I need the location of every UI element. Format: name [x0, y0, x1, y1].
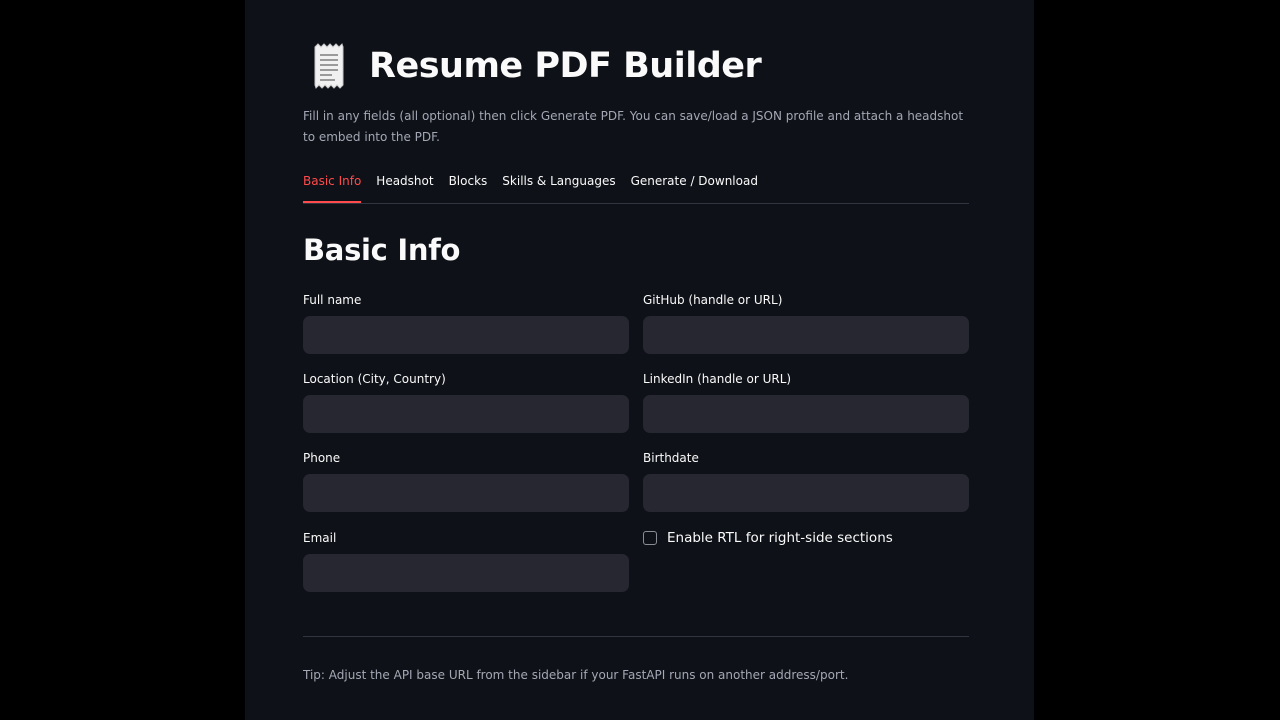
github-input[interactable] — [643, 316, 969, 354]
phone-field-group: Phone — [303, 448, 629, 512]
divider — [303, 636, 969, 637]
email-input[interactable] — [303, 554, 629, 592]
email-field-group: Email — [303, 528, 629, 592]
tip-text: Tip: Adjust the API base URL from the si… — [303, 668, 849, 682]
birthdate-input[interactable] — [643, 474, 969, 512]
title-row: Resume PDF Builder — [303, 40, 762, 92]
tab-basic-info[interactable]: Basic Info — [303, 170, 362, 203]
github-field-group: GitHub (handle or URL) — [643, 290, 969, 354]
birthdate-label: Birthdate — [643, 451, 699, 465]
location-input[interactable] — [303, 395, 629, 433]
github-label: GitHub (handle or URL) — [643, 293, 783, 307]
full-name-input[interactable] — [303, 316, 629, 354]
location-label: Location (City, Country) — [303, 372, 446, 386]
phone-label: Phone — [303, 451, 341, 465]
section-title: Basic Info — [303, 233, 461, 267]
tab-headshot[interactable]: Headshot — [376, 170, 433, 202]
rtl-checkbox-label[interactable]: Enable RTL for right-side sections — [667, 530, 893, 546]
tab-generate-download[interactable]: Generate / Download — [631, 170, 758, 202]
email-label: Email — [303, 531, 337, 545]
intro-text: Fill in any fields (all optional) then c… — [303, 109, 964, 144]
tab-skills-languages[interactable]: Skills & Languages — [502, 170, 615, 202]
page-title: Resume PDF Builder — [369, 46, 762, 86]
app-main: Resume PDF Builder Fill in any fields (a… — [245, 0, 1034, 720]
birthdate-field-group: Birthdate — [643, 448, 969, 512]
linkedin-field-group: LinkedIn (handle or URL) — [643, 369, 969, 433]
receipt-icon — [314, 43, 344, 89]
linkedin-label: LinkedIn (handle or URL) — [643, 372, 792, 386]
linkedin-input[interactable] — [643, 395, 969, 433]
phone-input[interactable] — [303, 474, 629, 512]
rtl-checkbox[interactable] — [643, 531, 657, 545]
full-name-field-group: Full name — [303, 290, 629, 354]
rtl-checkbox-row[interactable]: Enable RTL for right-side sections — [643, 528, 893, 548]
location-field-group: Location (City, Country) — [303, 369, 629, 433]
full-name-label: Full name — [303, 293, 362, 307]
tab-blocks[interactable]: Blocks — [449, 170, 488, 202]
tab-bar: Basic Info Headshot Blocks Skills & Lang… — [303, 170, 969, 204]
